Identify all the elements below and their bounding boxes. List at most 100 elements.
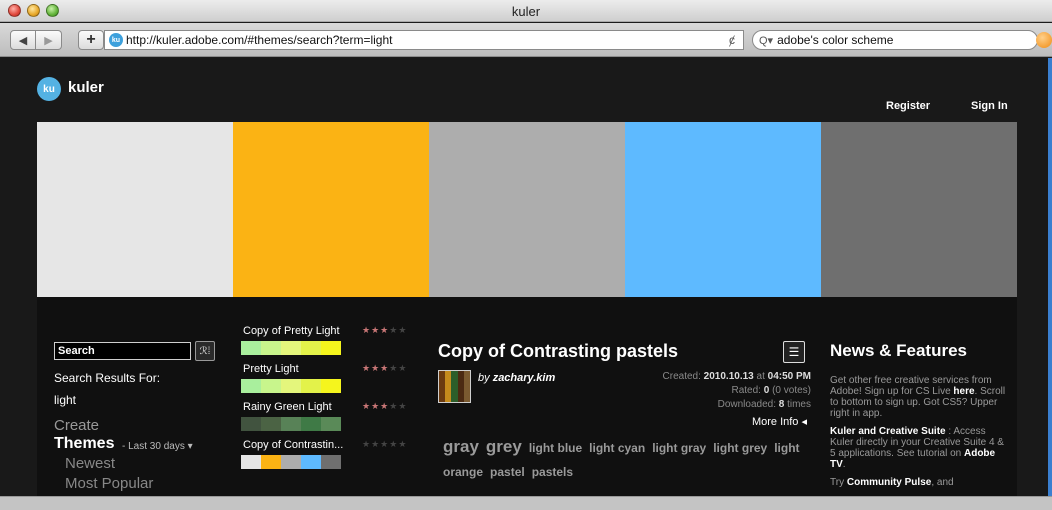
star-icon[interactable]: ★ xyxy=(380,363,389,373)
star-icon[interactable]: ★ xyxy=(371,363,380,373)
star-icon[interactable]: ★ xyxy=(389,439,398,449)
window-title: kuler xyxy=(511,4,541,19)
search-term: light xyxy=(54,393,77,407)
star-icon[interactable]: ★ xyxy=(389,363,398,373)
theme-rating-4[interactable]: ★★★★★ xyxy=(362,439,407,450)
star-icon[interactable]: ★ xyxy=(380,439,389,449)
back-arrow-icon: ◀ xyxy=(18,34,28,47)
kuler-logo-icon[interactable]: ku xyxy=(37,77,61,101)
theme-hero-swatches xyxy=(37,122,1017,297)
hero-swatch-1[interactable] xyxy=(37,122,233,297)
star-icon[interactable]: ★ xyxy=(398,325,407,335)
forward-button[interactable]: ▶ xyxy=(36,30,62,50)
star-icon[interactable]: ★ xyxy=(371,401,380,411)
search-options-icon[interactable]: ℛ⁞ xyxy=(195,341,215,361)
cs-live-link[interactable]: here xyxy=(953,386,974,397)
time-filter-dropdown[interactable]: - Last 30 days ▾ xyxy=(122,441,193,452)
star-icon[interactable]: ★ xyxy=(398,439,407,449)
theme-name-3[interactable]: Rainy Green Light xyxy=(243,401,332,413)
theme-swatch-strip-2[interactable] xyxy=(241,379,341,393)
by-label: by xyxy=(478,372,493,384)
hero-swatch-5[interactable] xyxy=(821,122,1017,297)
star-icon[interactable]: ★ xyxy=(389,401,398,411)
star-icon[interactable]: ★ xyxy=(362,325,371,335)
title-bar: kuler xyxy=(0,0,1052,22)
browser-search-value[interactable]: adobe's color scheme xyxy=(777,33,893,47)
star-icon[interactable]: ★ xyxy=(398,401,407,411)
times-label: times xyxy=(784,399,811,410)
tag-link[interactable]: light blue xyxy=(529,441,582,455)
add-bookmark-button[interactable]: + xyxy=(78,30,104,50)
sign-in-link[interactable]: Sign In xyxy=(971,100,1008,112)
address-bar[interactable]: ku http://kuler.adobe.com/#themes/search… xyxy=(104,30,744,50)
created-label: Created: xyxy=(662,371,701,382)
star-icon[interactable]: ★ xyxy=(371,439,380,449)
theme-name-1[interactable]: Copy of Pretty Light xyxy=(243,325,340,337)
votes-count: (0 votes) xyxy=(769,385,811,396)
theme-rating-2[interactable]: ★★★★★ xyxy=(362,363,407,374)
star-icon[interactable]: ★ xyxy=(389,325,398,335)
kuler-logo-text[interactable]: kuler xyxy=(68,79,104,96)
star-icon[interactable]: ★ xyxy=(362,363,371,373)
kuler-page: ku kuler Register Sign In Search ℛ⁞ Sear… xyxy=(0,58,1048,496)
theme-name-4[interactable]: Copy of Contrastin... xyxy=(243,439,343,451)
author-line: by zachary.kim xyxy=(478,372,555,384)
created-time: 04:50 PM xyxy=(767,371,811,382)
search-input[interactable]: Search xyxy=(54,342,191,360)
tag-link[interactable]: grey xyxy=(486,437,522,456)
hero-swatch-4[interactable] xyxy=(625,122,821,297)
plus-icon: + xyxy=(86,31,96,48)
content-panel: Search ℛ⁞ Search Results For: light Crea… xyxy=(37,297,1017,496)
theme-settings-icon[interactable]: ☰ xyxy=(783,341,805,363)
nav-create[interactable]: Create xyxy=(54,417,99,434)
status-bar xyxy=(0,496,1052,510)
tag-link[interactable]: light cyan xyxy=(589,441,645,455)
theme-swatch-strip-1[interactable] xyxy=(241,341,341,355)
tag-link[interactable]: pastels xyxy=(532,465,573,479)
rated-label: Rated: xyxy=(731,385,761,396)
tag-link[interactable]: pastel xyxy=(490,465,525,479)
hero-swatch-3[interactable] xyxy=(429,122,625,297)
at-label: at xyxy=(753,371,768,382)
community-pulse-link[interactable]: Community Pulse xyxy=(847,477,931,488)
tag-link[interactable]: light gray xyxy=(652,441,706,455)
star-icon[interactable]: ★ xyxy=(362,439,371,449)
theme-rating-1[interactable]: ★★★★★ xyxy=(362,325,407,336)
search-icon: Q▾ xyxy=(759,34,774,47)
register-link[interactable]: Register xyxy=(886,100,930,112)
author-link[interactable]: zachary.kim xyxy=(493,372,556,384)
reload-icon[interactable]: ȼ xyxy=(729,33,735,47)
theme-swatch-strip-3[interactable] xyxy=(241,417,341,431)
nav-most-popular[interactable]: Most Popular xyxy=(65,475,153,492)
star-icon[interactable]: ★ xyxy=(380,325,389,335)
tag-link[interactable]: gray xyxy=(443,437,479,456)
theme-name-2[interactable]: Pretty Light xyxy=(243,363,299,375)
theme-meta: Created: 2010.10.13 at 04:50 PM Rated: 0… xyxy=(597,370,811,412)
news-text-4: . xyxy=(842,459,846,470)
url-text[interactable]: http://kuler.adobe.com/#themes/search?te… xyxy=(126,33,729,47)
theme-rating-3[interactable]: ★★★★★ xyxy=(362,401,407,412)
author-avatar[interactable] xyxy=(438,370,471,403)
creative-suite-link[interactable]: Kuler and Creative Suite xyxy=(830,426,946,437)
back-button[interactable]: ◀ xyxy=(10,30,36,50)
hero-swatch-2[interactable] xyxy=(233,122,429,297)
more-info-link[interactable]: More Info ◂ xyxy=(687,415,807,428)
theme-swatch-strip-4[interactable] xyxy=(241,455,341,469)
news-text-6: , and xyxy=(931,477,954,488)
nav-newest[interactable]: Newest xyxy=(65,455,115,472)
star-icon[interactable]: ★ xyxy=(362,401,371,411)
news-body: Get other free creative services from Ad… xyxy=(830,375,1010,488)
tag-link[interactable]: light grey xyxy=(713,441,767,455)
kuler-favicon-icon: ku xyxy=(109,33,123,47)
theme-title: Copy of Contrasting pastels xyxy=(438,341,679,361)
scrollbar[interactable] xyxy=(1048,58,1052,496)
star-icon[interactable]: ★ xyxy=(371,325,380,335)
browser-toolbar: ◀ ▶ + ku http://kuler.adobe.com/#themes/… xyxy=(0,23,1052,57)
browser-search-field[interactable]: Q▾ adobe's color scheme xyxy=(752,30,1038,50)
nav-themes[interactable]: Themes xyxy=(54,435,114,453)
star-icon[interactable]: ★ xyxy=(398,363,407,373)
star-icon[interactable]: ★ xyxy=(380,401,389,411)
browser-window: kuler ◀ ▶ + ku http://kuler.adobe.com/#t… xyxy=(0,0,1052,510)
tag-cloud: gray grey light blue light cyan light gray li… xyxy=(443,435,813,484)
snapback-icon[interactable] xyxy=(1036,32,1052,48)
